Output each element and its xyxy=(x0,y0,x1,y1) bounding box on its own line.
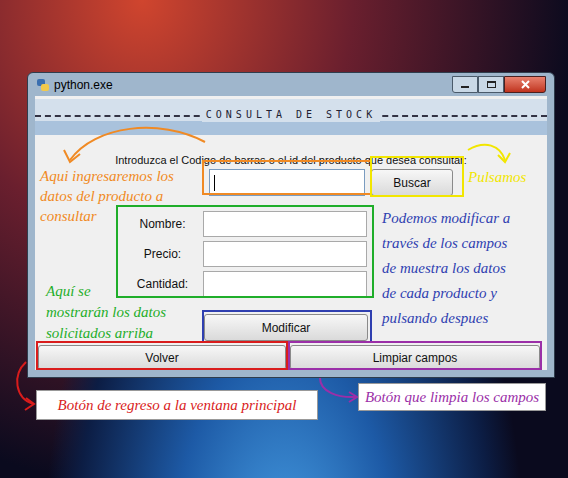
note-input: Aqui ingresaremos losdatos del producto … xyxy=(40,166,174,226)
title-bar: python.exe xyxy=(28,73,554,96)
note-back: Botón de regreso a la ventana principal xyxy=(58,394,297,417)
note-modify: Podemos modificar através de los camposd… xyxy=(382,206,510,331)
field-input[interactable] xyxy=(203,271,367,297)
note-line: datos del producto a xyxy=(40,186,174,206)
banner: CONSULTA DE STOCK xyxy=(35,99,547,135)
desktop: python.exe CONSULTA DE STOCK Introduzca el… xyxy=(0,0,568,478)
highlight-box xyxy=(370,156,464,197)
python-icon xyxy=(36,78,50,92)
note-line: de muestra los datos xyxy=(382,256,510,281)
highlight-box xyxy=(116,205,374,298)
window-title: python.exe xyxy=(54,76,113,94)
yellow-arrow-icon xyxy=(468,145,510,162)
field-label: Nombre: xyxy=(122,215,203,233)
field-label: Precio: xyxy=(122,245,203,263)
highlight-box xyxy=(202,310,372,343)
field-input[interactable] xyxy=(203,211,367,237)
clear-button[interactable]: Limpiar campos xyxy=(290,345,540,370)
note-line: consultar xyxy=(40,206,174,226)
note-line: de cada producto y xyxy=(382,281,510,306)
note-fields: Aquí semostrarán los datossolicitados ar… xyxy=(46,281,166,344)
orange-arrow-icon xyxy=(64,128,205,162)
close-button[interactable] xyxy=(504,76,546,93)
maximize-icon xyxy=(487,81,496,88)
note-line: Aquí se xyxy=(46,281,166,302)
note-back-label: Botón de regreso a la ventana principal xyxy=(36,390,318,420)
back-button[interactable]: Volver xyxy=(38,345,286,370)
note-line: Botón que limpia los campos xyxy=(365,386,539,409)
note-clear: Botón que limpia los campos xyxy=(365,386,539,409)
note-line: mostrarán los datos xyxy=(46,302,166,323)
note-line: Aqui ingresaremos los xyxy=(40,166,174,186)
highlight-box xyxy=(202,160,372,195)
note-clear-label: Botón que limpia los campos xyxy=(358,383,546,411)
note-search: Pulsamos xyxy=(468,166,526,189)
search-label: Introduzca el Codigo de barras o el id d… xyxy=(35,153,547,167)
field-label: Cantidad: xyxy=(122,275,203,293)
text-caret xyxy=(214,175,215,191)
note-line: solicitados arriba xyxy=(46,323,166,344)
note-line: Podemos modificar a xyxy=(382,206,510,231)
banner-title: CONSULTA DE STOCK xyxy=(202,107,380,122)
highlight-box xyxy=(288,341,542,370)
note-line: Pulsamos xyxy=(468,166,526,189)
search-input[interactable] xyxy=(209,169,365,196)
purple-arrow-icon xyxy=(320,378,357,402)
maximize-button[interactable] xyxy=(478,76,504,93)
close-icon xyxy=(521,80,530,89)
highlight-box xyxy=(36,341,288,370)
modify-button[interactable]: Modificar xyxy=(204,314,368,341)
minimize-icon xyxy=(461,86,469,88)
minimize-button[interactable] xyxy=(452,76,478,93)
note-line: pulsando despues xyxy=(382,306,510,331)
red-arrow-icon xyxy=(17,362,34,410)
search-button[interactable]: Buscar xyxy=(371,169,453,196)
field-input[interactable] xyxy=(203,241,367,267)
note-line: través de los campos xyxy=(382,231,510,256)
note-line: Botón de regreso a la ventana principal xyxy=(58,394,297,417)
